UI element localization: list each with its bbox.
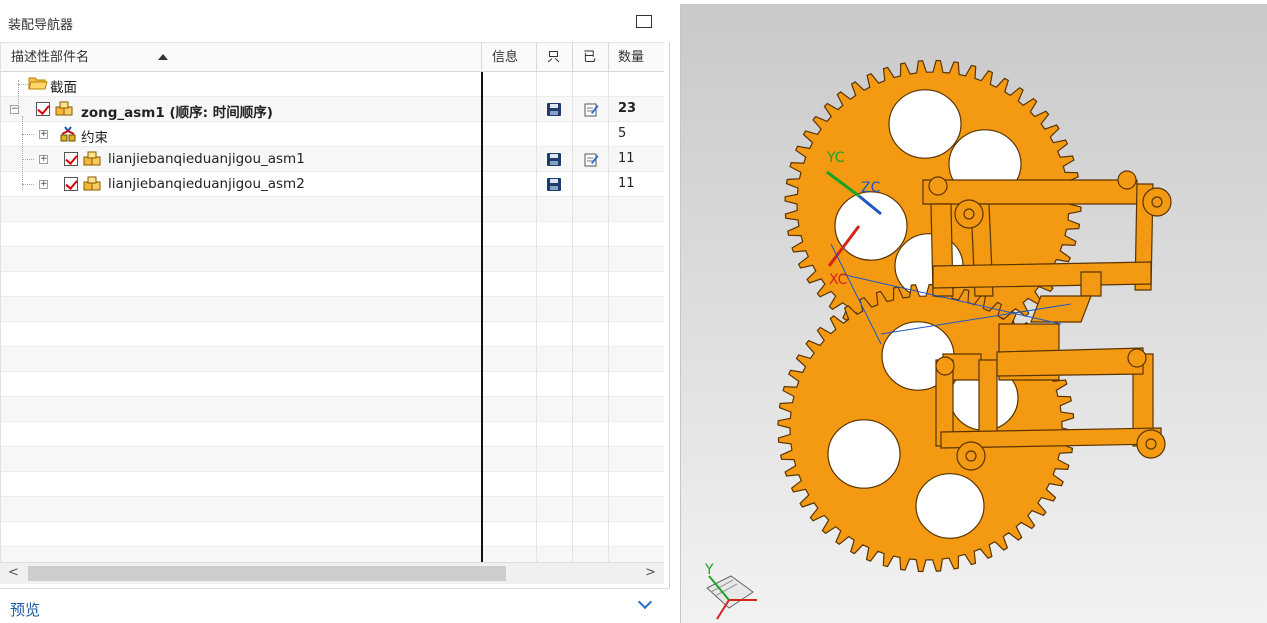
- tree-row-zong-asm1[interactable]: − zong_asm1 (顺序: 时间顺序) 23: [1, 97, 664, 122]
- collapse-icon[interactable]: −: [10, 105, 19, 114]
- sort-ascending-icon[interactable]: [158, 54, 168, 60]
- expand-icon[interactable]: +: [39, 155, 48, 164]
- navigator-title-bar: 装配导航器: [0, 0, 670, 42]
- constraints-label: 约束: [81, 130, 108, 146]
- column-header-modified[interactable]: 已: [583, 43, 596, 72]
- visibility-checkbox[interactable]: [64, 152, 78, 166]
- gear-hole: [834, 191, 908, 261]
- expand-icon[interactable]: +: [39, 180, 48, 189]
- asm2-label: lianjiebanqieduanjigou_asm2: [108, 176, 305, 192]
- yc-axis-label: YC: [826, 150, 845, 166]
- count-value: 5: [618, 126, 627, 141]
- count-value: 11: [618, 151, 635, 166]
- visibility-checkbox[interactable]: [36, 102, 50, 116]
- assembly-icon: [55, 101, 73, 116]
- triad-y-label: Y: [704, 562, 714, 578]
- asm1-label: lianjiebanqieduanjigou_asm1: [108, 151, 305, 167]
- assembly-icon: [83, 151, 101, 166]
- tree-row-section[interactable]: 截面: [1, 72, 481, 97]
- tree-row-constraints[interactable]: + 约束 5: [1, 122, 664, 147]
- folder-icon: [28, 77, 48, 90]
- constraint-icon: [60, 126, 76, 142]
- horizontal-scrollbar[interactable]: < >: [0, 562, 664, 584]
- readonly-save-icon: [547, 178, 561, 191]
- gear-assembly-model: YC ZC XC Y: [704, 59, 1172, 620]
- count-value: 23: [618, 101, 637, 116]
- graphics-viewport[interactable]: YC ZC XC Y: [680, 4, 1267, 623]
- column-header-readonly[interactable]: 只: [547, 43, 560, 72]
- modified-edit-icon: [584, 103, 599, 117]
- modified-edit-icon: [584, 153, 599, 167]
- tree-row-asm1[interactable]: + lianjiebanqieduanjigou_asm1 11: [1, 147, 664, 172]
- view-triad-icon: Y: [704, 562, 757, 620]
- grid-header: 描述性部件名 信息 只 已 数量: [1, 43, 664, 72]
- scroll-left-arrow[interactable]: <: [8, 565, 19, 580]
- column-header-name[interactable]: 描述性部件名: [11, 43, 89, 72]
- column-header-info[interactable]: 信息: [492, 43, 518, 72]
- column-header-count[interactable]: 数量: [618, 43, 644, 72]
- readonly-save-icon: [547, 103, 561, 116]
- zc-axis-label: ZC: [861, 180, 881, 196]
- scrollbar-thumb[interactable]: [28, 566, 506, 581]
- xc-axis-label: XC: [829, 272, 848, 288]
- navigator-tree-grid[interactable]: 描述性部件名 信息 只 已 数量 截面 − zong_asm1 (顺序: 时间顺…: [0, 42, 664, 562]
- zong-asm1-label: zong_asm1 (顺序: 时间顺序): [81, 105, 273, 121]
- readonly-save-icon: [547, 153, 561, 166]
- count-value: 11: [618, 176, 635, 191]
- assembly-navigator-panel: 装配导航器 描述性部件名 信息 只 已 数量 截面 − zong_asm1 (顺…: [0, 0, 670, 623]
- maximize-icon[interactable]: [636, 15, 652, 28]
- preview-label[interactable]: 预览: [10, 599, 40, 620]
- preview-section[interactable]: 预览: [0, 588, 670, 623]
- navigator-title: 装配导航器: [8, 18, 74, 33]
- section-label: 截面: [50, 80, 77, 96]
- visibility-checkbox[interactable]: [64, 177, 78, 191]
- expand-icon[interactable]: +: [39, 130, 48, 139]
- scroll-right-arrow[interactable]: >: [645, 565, 656, 580]
- gear-hole: [827, 419, 901, 489]
- gear-hole: [888, 89, 962, 159]
- gear-hole: [915, 473, 985, 539]
- assembly-icon: [83, 176, 101, 191]
- tree-row-asm2[interactable]: + lianjiebanqieduanjigou_asm2 11: [1, 172, 664, 197]
- chevron-down-icon[interactable]: [637, 594, 653, 610]
